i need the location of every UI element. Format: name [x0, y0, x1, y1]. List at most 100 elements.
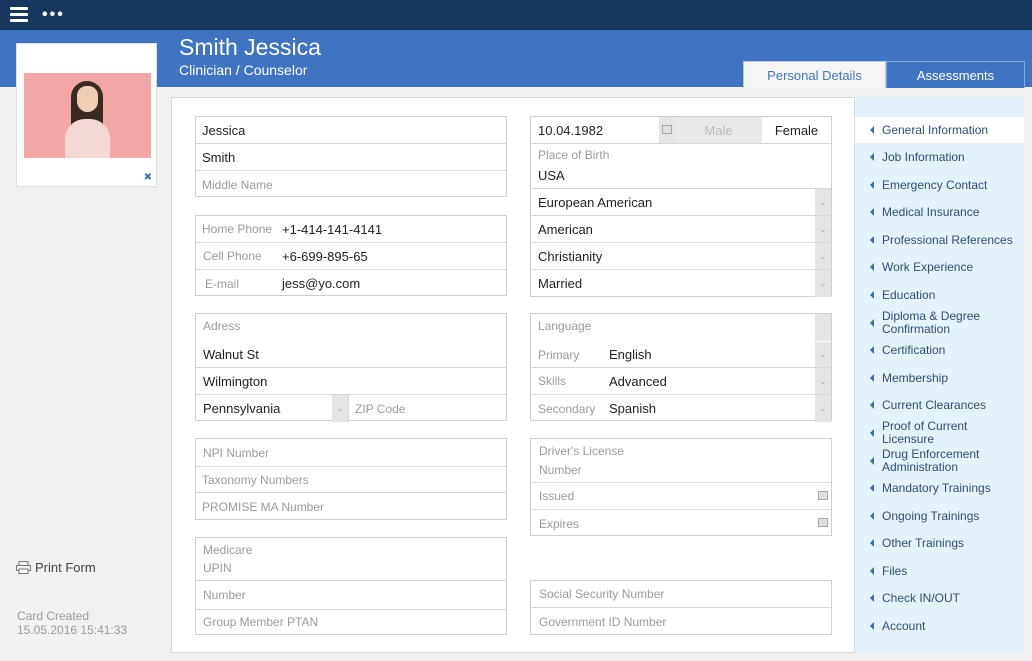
sidebar-item-membership[interactable]: Membership: [855, 368, 1024, 388]
caret-left-icon: [870, 512, 874, 520]
chevron-down-icon: ⌄: [332, 395, 348, 422]
sidebar-item-medical-insurance[interactable]: Medical Insurance: [855, 202, 1024, 222]
caret-left-icon: [870, 594, 874, 602]
top-bar: •••: [0, 0, 1032, 30]
sidebar-item-certification[interactable]: Certification: [855, 340, 1024, 360]
chevron-down-icon: ⌄: [815, 243, 831, 269]
profile-role: Clinician / Counselor: [179, 62, 308, 78]
remove-photo-icon[interactable]: ✖: [144, 172, 152, 183]
street-field[interactable]: Walnut St: [196, 342, 506, 368]
profile-photo[interactable]: [24, 73, 151, 158]
taxonomy-field[interactable]: Taxonomy Numbers: [196, 467, 506, 493]
calendar-icon[interactable]: [662, 124, 672, 134]
chevron-down-icon: ⌄: [815, 216, 831, 242]
caret-left-icon: [870, 263, 874, 271]
first-name-field[interactable]: Jessica: [196, 117, 506, 144]
caret-left-icon: [870, 153, 874, 161]
print-form-label: Print Form: [35, 560, 96, 575]
chevron-down-icon: ⌄: [815, 342, 831, 367]
birth-date-field[interactable]: 10.04.1982: [531, 116, 675, 144]
sidebar-item-job-information[interactable]: Job Information: [855, 147, 1024, 167]
photo-card: ✖: [16, 43, 157, 187]
sidebar-item-work-experience[interactable]: Work Experience: [855, 257, 1024, 277]
sidebar-item-other-trainings[interactable]: Other Trainings: [855, 533, 1024, 553]
sidebar-item-files[interactable]: Files: [855, 561, 1024, 581]
license-number-field[interactable]: Number: [531, 457, 831, 483]
caret-left-icon: [870, 181, 874, 189]
calendar-icon[interactable]: [818, 491, 828, 500]
sidebar-item-general-information[interactable]: General Information: [855, 117, 1024, 143]
ids-box: NPI Number Taxonomy Numbers PROMISE MA N…: [195, 438, 507, 520]
last-name-field[interactable]: Smith: [196, 144, 506, 171]
printer-icon: [16, 561, 31, 574]
tab-personal-details[interactable]: Personal Details: [743, 61, 886, 88]
secondary-language-select[interactable]: Secondary Spanish ⌄: [531, 395, 831, 422]
caret-left-icon: [870, 401, 874, 409]
promise-field[interactable]: PROMISE MA Number: [196, 493, 506, 521]
calendar-icon[interactable]: [818, 518, 828, 527]
religion-select[interactable]: Christianity ⌄: [531, 243, 831, 270]
zip-field[interactable]: ZIP Code: [349, 395, 405, 422]
gender-male-toggle[interactable]: Male: [675, 117, 762, 143]
place-of-birth-field[interactable]: USA: [531, 162, 831, 189]
email-field[interactable]: E-mail jess@yo.com: [196, 270, 506, 297]
caret-left-icon: [870, 319, 874, 327]
print-form-button[interactable]: Print Form: [16, 560, 96, 575]
caret-left-icon: [870, 484, 874, 492]
caret-left-icon: [870, 374, 874, 382]
city-field[interactable]: Wilmington: [196, 368, 506, 395]
sidebar-item-diploma-degree[interactable]: Diploma & Degree Confirmation: [855, 309, 1024, 337]
home-phone-field[interactable]: Home Phone +1-414-141-4141: [196, 216, 506, 243]
nationality-select[interactable]: American ⌄: [531, 216, 831, 243]
sidebar-item-account[interactable]: Account: [855, 616, 1024, 636]
sidebar-item-current-clearances[interactable]: Current Clearances: [855, 395, 1024, 415]
caret-left-icon: [870, 457, 874, 465]
section-sidebar: General Information Job Information Emer…: [855, 97, 1024, 653]
sidebar-item-drug-enforcement[interactable]: Drug Enforcement Administration: [855, 447, 1024, 475]
primary-language-select[interactable]: Primary English ⌄: [531, 342, 831, 368]
chevron-down-icon: ⌄: [815, 270, 831, 297]
skills-select[interactable]: Skills Advanced ⌄: [531, 368, 831, 395]
sidebar-item-check-in-out[interactable]: Check IN/OUT: [855, 588, 1024, 608]
license-expires-field[interactable]: Expires: [531, 510, 831, 537]
gender-female-toggle[interactable]: Female: [762, 117, 831, 143]
state-select[interactable]: Pennsylvania ⌄: [196, 395, 349, 422]
sidebar-item-emergency-contact[interactable]: Emergency Contact: [855, 175, 1024, 195]
sidebar-item-professional-references[interactable]: Professional References: [855, 230, 1024, 250]
medicare-box: Medicare UPIN Number Group Member PTAN: [195, 537, 507, 635]
caret-left-icon: [870, 567, 874, 575]
sidebar-item-ongoing-trainings[interactable]: Ongoing Trainings: [855, 506, 1024, 526]
license-box: Driver's License Number Issued Expires: [530, 438, 832, 536]
medicare-label: Medicare: [203, 543, 253, 557]
sidebar-item-education[interactable]: Education: [855, 285, 1024, 305]
address-label: Adress: [203, 319, 241, 333]
menu-icon[interactable]: [10, 7, 28, 23]
license-issued-field[interactable]: Issued: [531, 483, 831, 510]
ethnicity-select[interactable]: European American ⌄: [531, 189, 831, 216]
language-label: Language: [538, 319, 592, 333]
more-icon[interactable]: •••: [42, 6, 65, 24]
marital-status-select[interactable]: Married ⌄: [531, 270, 831, 297]
tab-assessments[interactable]: Assessments: [886, 61, 1025, 88]
caret-left-icon: [870, 429, 874, 437]
place-of-birth-label: Place of Birth: [538, 148, 610, 162]
chevron-down-icon: ⌄: [815, 189, 831, 215]
personal-box: 10.04.1982 Male Female Place of Birth US…: [530, 116, 832, 297]
cell-phone-field[interactable]: Cell Phone +6-699-895-65: [196, 243, 506, 270]
govt-ids-box: Social Security Number Government ID Num…: [530, 580, 832, 635]
upin-field[interactable]: UPIN: [196, 556, 506, 581]
medicare-number-field[interactable]: Number: [196, 581, 506, 610]
gov-id-field[interactable]: Government ID Number: [531, 608, 831, 636]
license-label: Driver's License: [539, 444, 624, 458]
ssn-field[interactable]: Social Security Number: [531, 581, 831, 608]
ptan-field[interactable]: Group Member PTAN: [196, 610, 506, 634]
card-created: Card Created 15.05.2016 15:41:33: [17, 609, 127, 637]
profile-name: Smith Jessica: [179, 34, 321, 60]
sidebar-item-proof-of-licensure[interactable]: Proof of Current Licensure: [855, 419, 1024, 447]
tab-bar: Personal Details Assessments: [743, 61, 1025, 88]
caret-left-icon: [870, 622, 874, 630]
npi-field[interactable]: NPI Number: [196, 439, 506, 467]
sidebar-item-mandatory-trainings[interactable]: Mandatory Trainings: [855, 478, 1024, 498]
form-panel: Jessica Smith Middle Name Home Phone +1-…: [171, 97, 855, 653]
middle-name-field[interactable]: Middle Name: [196, 171, 506, 198]
